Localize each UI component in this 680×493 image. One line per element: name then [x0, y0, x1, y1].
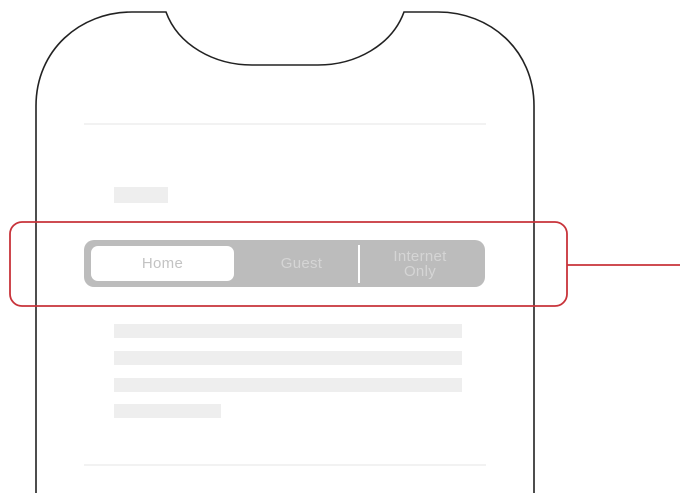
segment-guest-label: Guest [280, 255, 323, 272]
segment-internet-only-label: Internet Only [393, 247, 447, 280]
heading-placeholder [114, 187, 168, 203]
network-segmented-control: Home Guest Internet Only [84, 240, 485, 287]
segment-guest[interactable]: Guest [244, 246, 359, 281]
text-line-placeholder [114, 404, 221, 418]
segment-internet-only[interactable]: Internet Only [361, 246, 479, 281]
text-line-placeholder [114, 351, 462, 365]
text-line-placeholder [114, 324, 462, 338]
text-line-placeholder [114, 378, 462, 392]
segment-home-label: Home [141, 255, 184, 272]
segment-divider [358, 245, 360, 283]
segment-home[interactable]: Home [91, 246, 234, 281]
